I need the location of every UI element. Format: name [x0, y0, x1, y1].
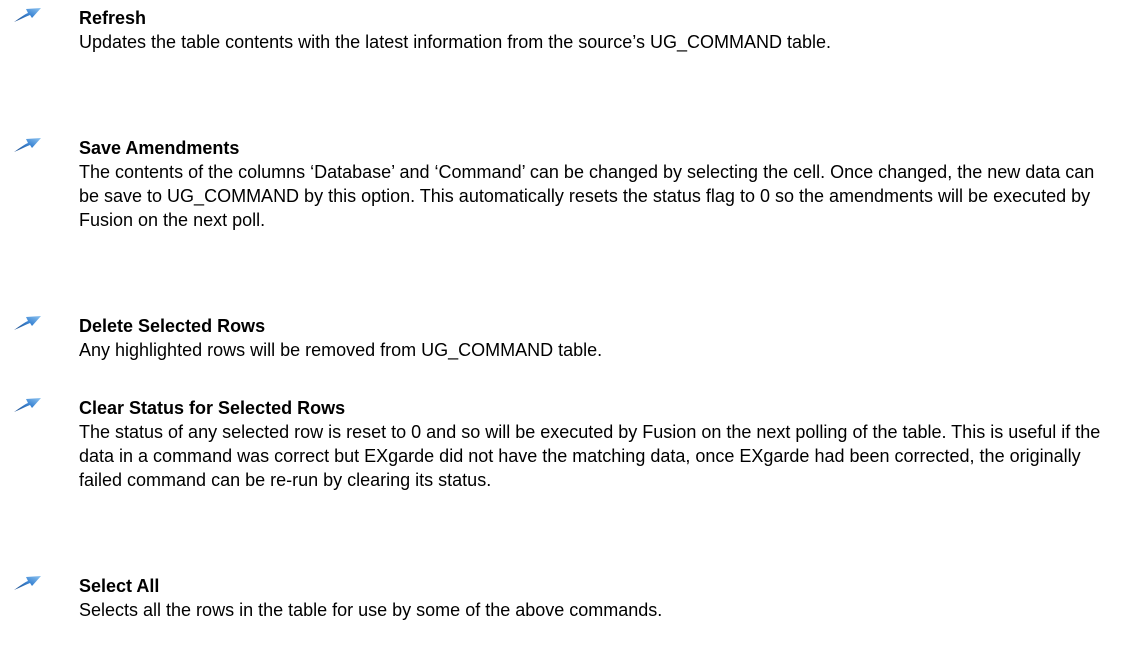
entry-title: Select All: [79, 576, 160, 596]
arrow-bullet-icon: [12, 136, 42, 154]
entry-description: Selects all the rows in the table for us…: [79, 600, 663, 620]
arrow-bullet-icon: [12, 574, 42, 592]
entry-description: Updates the table contents with the late…: [79, 32, 832, 52]
arrow-bullet-icon: [12, 6, 42, 24]
entry-title: Refresh: [79, 8, 147, 28]
arrow-bullet-icon: [12, 396, 42, 414]
entry-title: Clear Status for Selected Rows: [79, 398, 346, 418]
entry-description: The contents of the columns ‘Database’ a…: [79, 162, 1095, 230]
document-page: Refresh Updates the table contents with …: [0, 0, 1136, 652]
entry-description: Any highlighted rows will be removed fro…: [79, 340, 603, 360]
entry-title: Save Amendments: [79, 138, 240, 158]
arrow-bullet-icon: [12, 314, 42, 332]
entry-description: The status of any selected row is reset …: [79, 422, 1101, 490]
entry-title: Delete Selected Rows: [79, 316, 266, 336]
